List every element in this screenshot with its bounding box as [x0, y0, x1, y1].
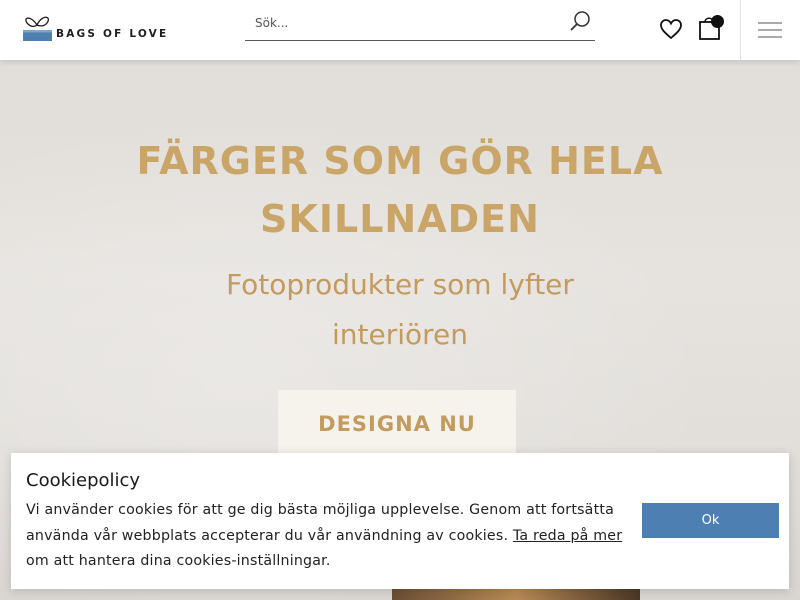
design-now-button[interactable]: DESIGNA NU [278, 390, 516, 458]
menu-icon[interactable] [758, 21, 782, 39]
header-divider [740, 0, 741, 60]
cart-badge [711, 15, 724, 28]
cookie-ok-button[interactable]: Ok [642, 503, 779, 538]
cookie-text: Vi använder cookies för att ge dig bästa… [26, 502, 623, 569]
site-header: BAGS OF LOVE [0, 0, 800, 60]
search-bar [245, 8, 595, 41]
logo-text: BAGS OF LOVE [56, 28, 169, 40]
heart-icon[interactable] [659, 18, 683, 40]
hero-subtitle: Fotoprodukter som lyfter interiören [226, 268, 574, 351]
cookie-banner: Cookiepolicy Vi använder cookies för att… [11, 453, 789, 589]
hero-title: FÄRGER SOM GÖR HELA SKILLNADEN [136, 139, 664, 241]
logo[interactable]: BAGS OF LOVE [20, 12, 180, 44]
search-input[interactable] [245, 8, 545, 38]
cookie-learn-more-link[interactable]: Ta reda på mer [513, 528, 622, 544]
logo-icon [23, 16, 52, 41]
cookie-title: Cookiepolicy [26, 470, 141, 491]
search-icon[interactable] [569, 10, 591, 32]
